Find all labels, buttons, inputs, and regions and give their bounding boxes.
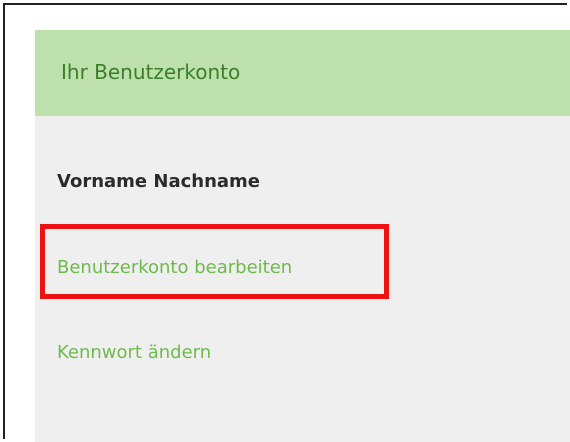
change-password-link[interactable]: Kennwort ändern: [57, 341, 211, 365]
account-panel-header: Ihr Benutzerkonto: [35, 30, 570, 116]
edit-account-link[interactable]: Benutzerkonto bearbeiten: [57, 256, 292, 280]
account-panel: Ihr Benutzerkonto Vorname Nachname Benut…: [35, 30, 570, 442]
user-full-name: Vorname Nachname: [57, 171, 261, 192]
account-panel-title: Ihr Benutzerkonto: [61, 60, 241, 84]
